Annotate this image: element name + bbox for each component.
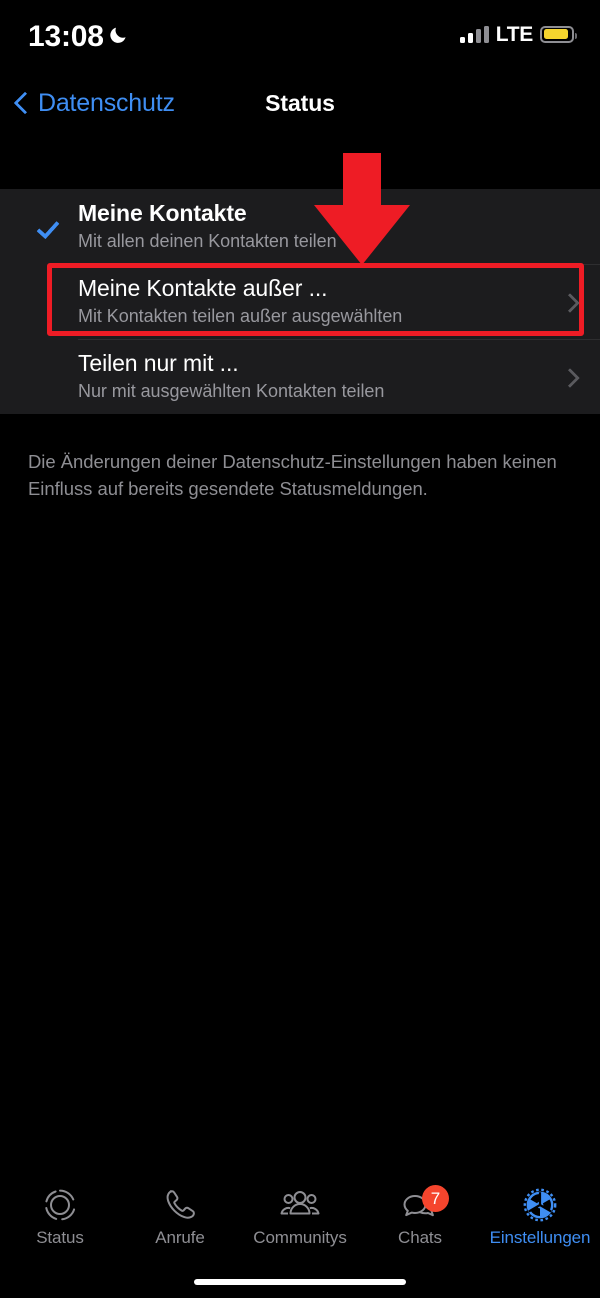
list-item-title: Meine Kontakte außer ... [78,275,328,301]
list-item-subtitle: Mit allen deinen Kontakten teilen [78,231,337,251]
chat-bubbles-icon: 7 [400,1185,449,1224]
footer-note: Die Änderungen deiner Datenschutz-Einste… [28,451,557,499]
list-item-meine-kontakte[interactable]: Meine Kontakte Mit allen deinen Kontakte… [0,189,600,264]
status-ring-icon [40,1186,80,1224]
chevron-right-icon [563,293,575,311]
tab-communitys[interactable]: Communitys [240,1180,360,1258]
communities-people-icon [280,1186,320,1224]
tab-chats[interactable]: 7 Chats [360,1180,480,1258]
network-type-label: LTE [495,22,534,46]
chats-unread-badge: 7 [422,1185,449,1212]
list-item-subtitle: Nur mit ausgewählten Kontakten teilen [78,381,385,401]
status-bar-time: 13:08 [28,20,104,53]
tab-label: Chats [398,1228,442,1247]
tab-label: Status [36,1228,84,1247]
tab-label: Einstellungen [489,1228,591,1247]
chevron-right-icon [563,368,575,386]
gear-icon [520,1186,560,1224]
tab-anrufe[interactable]: Anrufe [120,1180,240,1258]
phone-icon [160,1186,200,1224]
tab-bar: Status Anrufe Communitys 7 Chats Einstel… [0,1180,600,1258]
tab-status[interactable]: Status [0,1180,120,1258]
crescent-moon-icon [108,23,130,45]
home-indicator[interactable] [194,1279,406,1285]
battery-icon [540,25,577,43]
status-bar-indicators: LTE [459,22,577,46]
tab-einstellungen[interactable]: Einstellungen [480,1180,600,1258]
tab-label: Anrufe [155,1228,205,1247]
cellular-signal-icon [459,25,489,43]
tab-label: Communitys [253,1228,347,1247]
navigation-bar: Datenschutz Status [0,72,600,132]
privacy-options-list: Meine Kontakte Mit allen deinen Kontakte… [0,189,600,414]
list-item-title: Meine Kontakte [78,200,247,226]
page-title: Status [265,90,335,116]
status-bar: 13:08 LTE [0,0,600,72]
checkmark-icon [40,216,64,236]
list-item-subtitle: Mit Kontakten teilen außer ausgewählten [78,306,403,326]
list-item-title: Teilen nur mit ... [78,350,239,376]
list-item-meine-kontakte-ausser[interactable]: Meine Kontakte außer ... Mit Kontakten t… [0,264,600,339]
list-item-teilen-nur-mit[interactable]: Teilen nur mit ... Nur mit ausgewählten … [0,339,600,414]
